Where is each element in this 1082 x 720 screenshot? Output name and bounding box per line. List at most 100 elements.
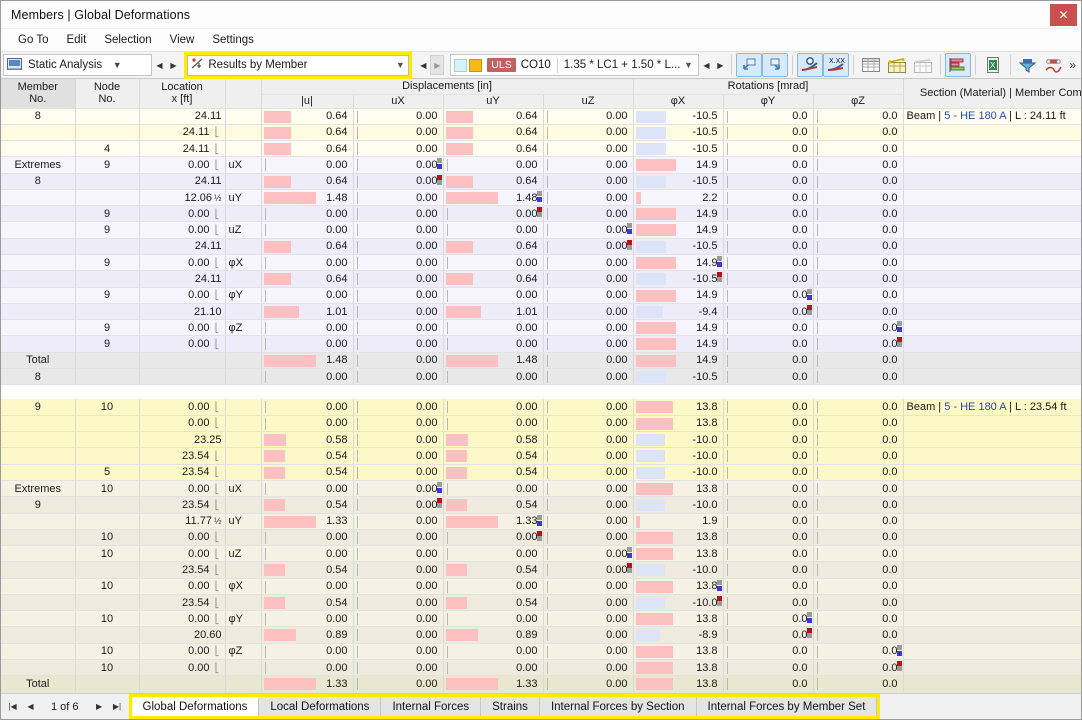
table-row[interactable]: 10 0.00 ⎣ 0.00 0.00 0.00 0.00 13.8 0.0 0.0 [1,659,1081,677]
tab-local-deformations[interactable]: Local Deformations [259,697,382,716]
table-row[interactable]: 24.11 0.64 0.00 0.64 0.00 -10.5 0.0 0.0 [1,270,1081,288]
table-yellow-icon[interactable] [884,53,910,77]
menu-item-go-to[interactable]: Go To [9,32,57,48]
table-row[interactable]: 8 0.00 0.00 0.00 0.00 -10.5 0.0 0.0 [1,368,1081,386]
phiz-cell: 0.0 [813,578,904,595]
chevron-down-icon-3[interactable]: ▼ [680,60,696,70]
table-row[interactable]: 21.10 1.01 0.00 1.01 0.00 -9.4 0.0 0.0 [1,303,1081,321]
section-cell [903,287,1081,304]
table-plain-icon[interactable] [910,53,936,77]
table-row[interactable]: 8 24.11 0.64 0.00 0.64 0.00 -10.5 0.0 0.0 [1,173,1081,190]
next-page-button[interactable]: ▶ [92,698,107,716]
table-row[interactable]: 23.25 0.58 0.00 0.58 0.00 -10.0 0.0 0.0 [1,431,1081,449]
extremes-label-cell: Extremes [1,156,76,174]
table-row[interactable]: 9 10 0.00 ⎣ 0.00 0.00 0.00 0.00 13.8 0.0 0.0 Beam |… [1,399,1081,416]
table-row[interactable]: Extremes 10 0.00 ⎣ uX 0.00 0.00 0.00 0.00 13.8 0.0… [1,480,1081,498]
load-case-selector[interactable]: ULS CO10 1.35 * LC1 + 1.50 * L... ▼ [450,54,700,76]
phix-cell: -10.0 [633,431,724,449]
toolbar-more-icon[interactable]: » [1066,58,1079,72]
table-row[interactable]: 11.77 ½ uY 1.33 0.00 1.33 0.00 1.9 0.0 0.0 [1,513,1081,530]
ux-cell: 0.00 [353,399,444,416]
table-row[interactable]: 10 0.00 ⎣ φZ 0.00 0.00 0.00 0.00 13.8 0.0 0.0 [1,643,1081,661]
tab-internal-forces[interactable]: Internal Forces [381,697,482,716]
table-row[interactable]: 23.54 ⎣ 0.54 0.00 0.54 0.00 -10.0 0.0 0.0 [1,594,1081,612]
find-value-icon[interactable] [797,53,824,77]
analysis-type-combo[interactable]: Static Analysis ▼ [3,54,153,76]
u-abs-cell: 0.00 [261,254,354,272]
table-row[interactable]: 10 0.00 ⎣ uZ 0.00 0.00 0.00 0.00 13.8 0.0 0.0 [1,545,1081,563]
analysis-next-button[interactable]: ▶ [166,55,180,75]
last-page-button[interactable]: ▶| [110,698,125,716]
table-row[interactable]: 9 0.00 ⎣ φZ 0.00 0.00 0.00 0.00 14.9 0.0 0.0 [1,319,1081,337]
table-row[interactable]: 9 0.00 ⎣ uZ 0.00 0.00 0.00 0.00 14.9 0.0 0.0 [1,221,1081,239]
table-row[interactable]: 9 0.00 ⎣ φX 0.00 0.00 0.00 0.00 14.9 0.0 0.0 [1,254,1081,272]
filter-icon[interactable] [1015,53,1041,77]
table-row[interactable]: 10 0.00 ⎣ 0.00 0.00 0.00 0.00 13.8 0.0 0.0 [1,529,1081,547]
component-cell [225,238,262,256]
table-row[interactable]: 23.54 ⎣ 0.54 0.00 0.54 0.00 -10.0 0.0 0.0 [1,447,1081,465]
table-row[interactable]: Total 1.48 0.00 1.48 0.00 14.9 0.0 0.0 [1,352,1081,370]
section-link[interactable]: 5 - HE 180 A [944,401,1006,413]
phix-cell: -10.0 [633,464,724,481]
menu-item-selection[interactable]: Selection [95,32,160,48]
uy-cell: 0.00 [443,205,544,223]
table-row[interactable]: Extremes 9 0.00 ⎣ uX 0.00 0.00 0.00 0.00 14.9 0.0 0… [1,156,1081,174]
chevron-down-icon[interactable]: ▼ [110,60,124,70]
bottom-tabs-filler [880,694,1081,719]
tab-internal-forces-by-section[interactable]: Internal Forces by Section [539,697,697,716]
load-next-button[interactable]: ▶ [713,55,727,75]
result-prev-button[interactable]: ◀ [416,55,430,75]
load-prev-button[interactable]: ◀ [699,55,713,75]
chevron-down-icon-2[interactable]: ▼ [392,60,408,70]
cell-value: 0.54 [516,466,538,479]
phiz-cell: 0.0 [813,303,904,321]
results-table: Member No. Node No. Location x [ft] Displac… [1,79,1081,693]
u-abs-cell: 0.54 [261,464,354,481]
chart-bar-icon[interactable] [944,53,971,77]
row-head-cell [1,610,76,628]
ux-cell: 0.00 [353,238,444,256]
ux-cell: 0.00 [353,156,444,174]
location-cell: 0.00 ⎣ [139,545,226,563]
menu-item-edit[interactable]: Edit [57,32,95,48]
table-row[interactable]: 10 0.00 ⎣ φX 0.00 0.00 0.00 0.00 13.8 0.0 0.0 [1,578,1081,595]
table-row[interactable]: 23.54 ⎣ 0.54 0.00 0.54 0.00 -10.0 0.0 0.0 [1,561,1081,579]
section-link[interactable]: 5 - HE 180 A [944,110,1006,122]
analysis-prev-button[interactable]: ◀ [152,55,166,75]
tab-strains[interactable]: Strains [481,697,540,716]
tab-internal-forces-by-member-set[interactable]: Internal Forces by Member Set [696,697,878,716]
table-row[interactable]: 4 24.11 ⎣ 0.64 0.00 0.64 0.00 -10.5 0.0 0.0 [1,140,1081,158]
table-row[interactable]: 5 23.54 ⎣ 0.54 0.00 0.54 0.00 -10.0 0.0 0.0 [1,464,1081,481]
table-row[interactable]: 0.00 ⎣ 0.00 0.00 0.00 0.00 13.8 0.0 0.0 [1,415,1081,433]
row-head-cell [1,205,76,223]
result-view-combo[interactable]: Results by Member ▼ [187,54,410,76]
first-page-button[interactable]: |◀ [5,698,20,716]
support-icon: ⎣ [214,143,220,154]
support-icon: ⎣ [214,290,220,301]
table-row[interactable]: Total 1.33 0.00 1.33 0.00 13.8 0.0 0.0 [1,675,1081,693]
table-grid-icon[interactable] [858,53,884,77]
menu-item-settings[interactable]: Settings [203,32,263,48]
table-row[interactable]: 9 0.00 ⎣ 0.00 0.00 0.00 0.00 14.9 0.0 0.0 [1,335,1081,353]
settings-line-icon[interactable] [1040,53,1066,77]
section-cell [903,561,1081,579]
result-next-button[interactable]: ▶ [430,55,445,75]
undo-icon[interactable] [736,53,763,77]
table-row[interactable]: 9 0.00 ⎣ φY 0.00 0.00 0.00 0.00 14.9 0.0 0.0 [1,287,1081,304]
excel-export-icon[interactable]: X [980,53,1006,77]
tab-global-deformations[interactable]: Global Deformations [131,697,260,716]
prev-page-button[interactable]: ◀ [23,698,38,716]
table-row[interactable]: 12.06 ½ uY 1.48 0.00 1.48 0.00 2.2 0.0 0.0 [1,189,1081,207]
color-swatch-cyan [454,58,468,72]
table-row[interactable]: 9 23.54 ⎣ 0.54 0.00 0.54 0.00 -10.0 0.0 0.0 [1,496,1081,514]
table-row[interactable]: 10 0.00 ⎣ φY 0.00 0.00 0.00 0.00 13.8 0.0 0.0 [1,610,1081,628]
table-row[interactable]: 8 24.11 0.64 0.00 0.64 0.00 -10.5 0.0 0.0 Beam | … [1,108,1081,125]
table-row[interactable]: 20.60 0.89 0.00 0.89 0.00 -8.9 0.0 0.0 [1,626,1081,644]
table-row[interactable]: 9 0.00 ⎣ 0.00 0.00 0.00 0.00 14.9 0.0 0.0 [1,205,1081,223]
menu-item-view[interactable]: View [161,32,204,48]
close-icon[interactable]: ✕ [1050,3,1077,26]
table-row[interactable]: 24.11 0.64 0.00 0.64 0.00 -10.5 0.0 0.0 [1,238,1081,256]
table-row[interactable]: 24.11 ⎣ 0.64 0.00 0.64 0.00 -10.5 0.0 0.0 [1,124,1081,142]
redo-icon[interactable] [762,53,789,77]
xxx-value-icon[interactable]: X.XX [823,53,849,77]
